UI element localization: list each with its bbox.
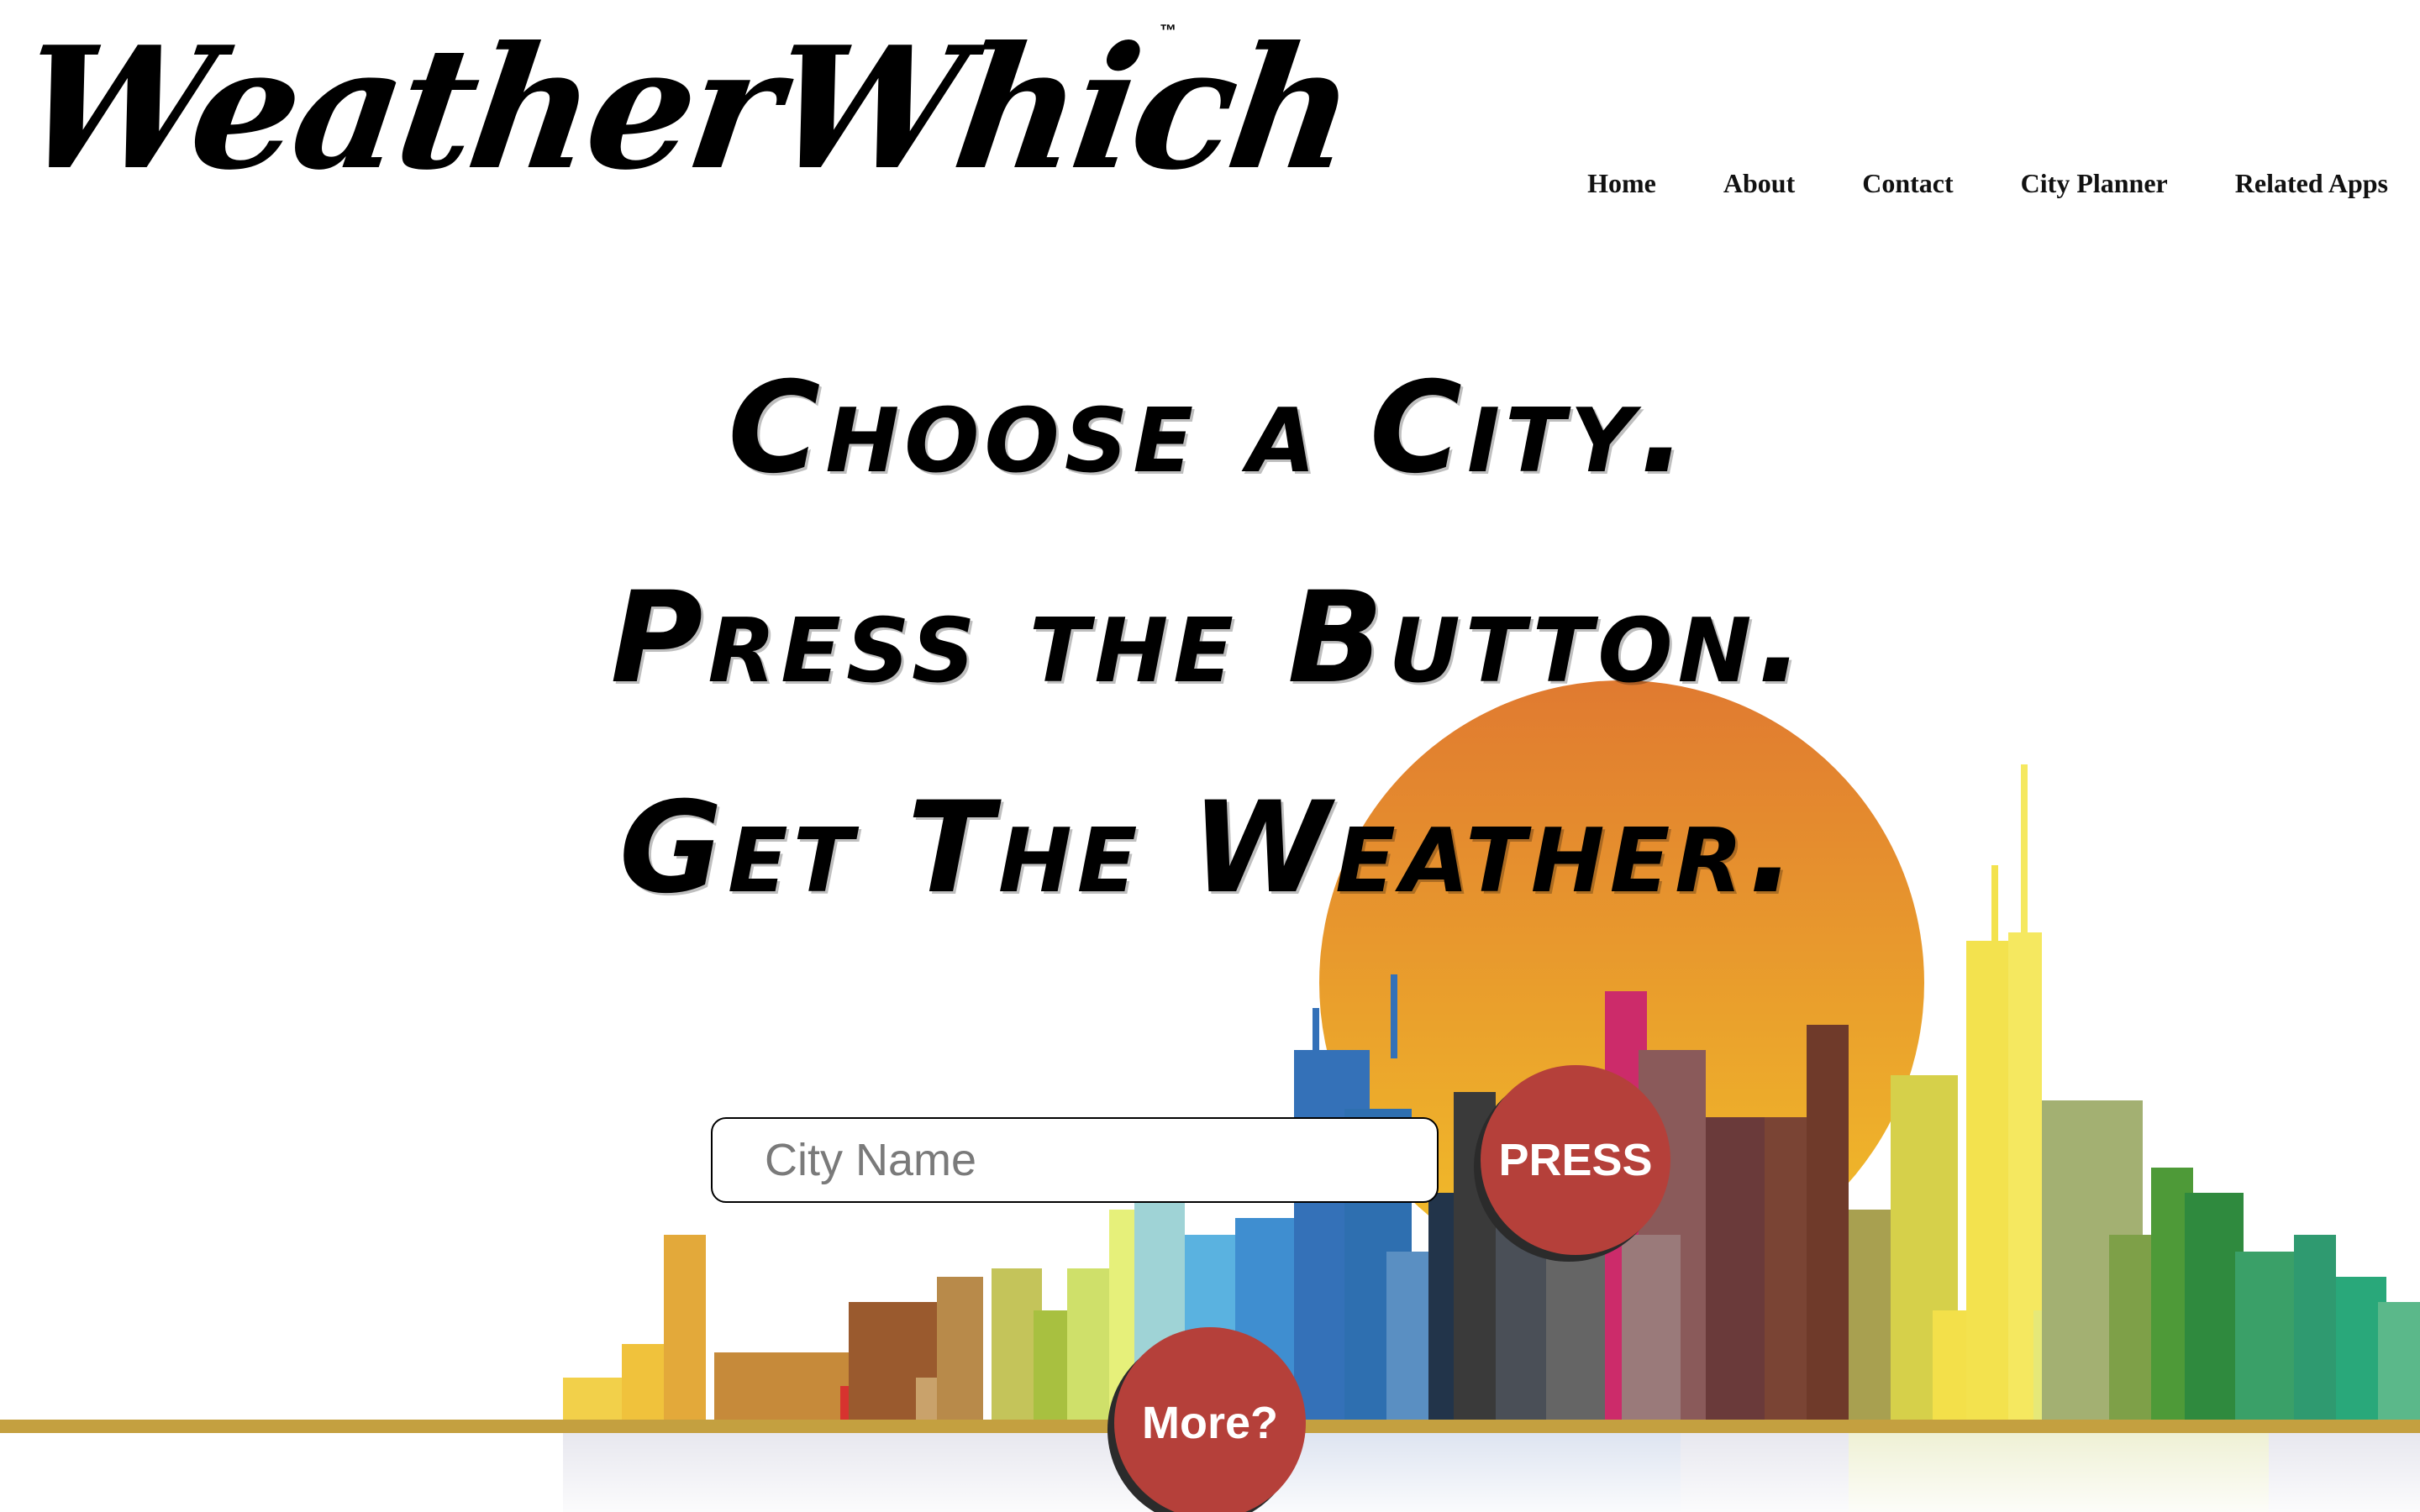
main-nav: Home About Contact City Planner Related … <box>1520 168 2388 199</box>
headline-line-3: Get The Weather. <box>618 775 1802 921</box>
brand-logo[interactable]: WeatherWhich <box>10 10 1363 207</box>
more-button[interactable]: More? <box>1114 1327 1306 1512</box>
nav-contact[interactable]: Contact <box>1862 168 1953 199</box>
nav-about[interactable]: About <box>1723 168 1795 199</box>
headline-line-2: Press the Button. <box>610 565 1810 711</box>
city-name-input[interactable] <box>711 1117 1439 1203</box>
city-skyline-background <box>0 680 2420 1512</box>
nav-city-planner[interactable]: City Planner <box>2021 168 2168 199</box>
press-button[interactable]: PRESS <box>1481 1065 1670 1255</box>
headline-line-1: Choose a City. <box>728 355 1692 501</box>
nav-related-apps[interactable]: Related Apps <box>2235 168 2388 199</box>
nav-home[interactable]: Home <box>1587 168 1656 199</box>
trademark-symbol: ™ <box>1160 22 1176 40</box>
